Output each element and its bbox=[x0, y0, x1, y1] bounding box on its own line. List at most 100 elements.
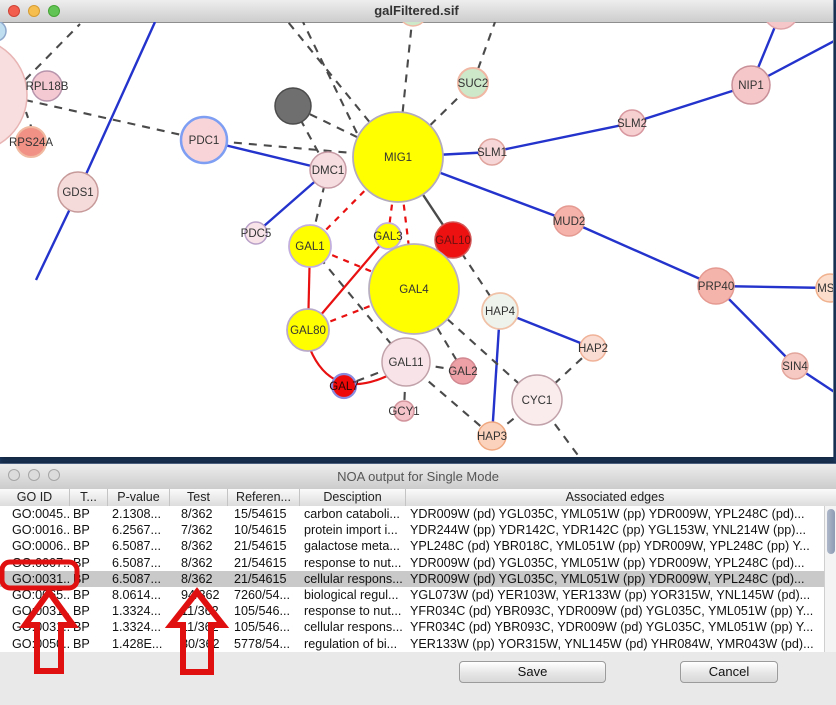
cancel-button[interactable]: Cancel bbox=[680, 661, 778, 683]
node-SUC2[interactable]: SUC2 bbox=[458, 68, 489, 98]
node-label: GDS1 bbox=[62, 187, 93, 199]
results-table: GO:0045...BP2.1308...8/36215/54615carbon… bbox=[0, 506, 824, 652]
node-label: CYC1 bbox=[522, 395, 553, 407]
node-MSN[interactable]: MSN bbox=[816, 274, 833, 302]
cell: GO:0031... bbox=[0, 571, 70, 587]
node-label: DMC1 bbox=[312, 165, 345, 177]
node-label: NIP1 bbox=[738, 80, 764, 92]
cell: BP bbox=[70, 506, 108, 522]
cell: cellular respons... bbox=[300, 619, 406, 635]
node-HAP4[interactable]: HAP4 bbox=[482, 293, 518, 329]
node-GAL3[interactable]: GAL3 bbox=[373, 223, 402, 249]
cell: 2.1308... bbox=[108, 506, 170, 522]
node-label: SUC2 bbox=[458, 78, 489, 90]
table-header-row: GO IDT...P-valueTestReferen...Desciption… bbox=[0, 489, 836, 507]
column-header-associated-edges[interactable]: Associated edges bbox=[406, 489, 824, 506]
column-header-test[interactable]: Test bbox=[170, 489, 228, 506]
node-GCY1[interactable]: GCY1 bbox=[388, 401, 419, 421]
node-RPL18B[interactable]: RPL18B bbox=[26, 71, 69, 101]
node-RPS24A[interactable]: RPS24A bbox=[9, 127, 53, 157]
cell: BP bbox=[70, 587, 108, 603]
table-row[interactable]: GO:0031...BP1.3324...11/362105/546...res… bbox=[0, 603, 824, 619]
node-label: MSN bbox=[817, 283, 833, 295]
table-row[interactable]: GO:0016...BP6.2567...7/36210/54615protei… bbox=[0, 522, 824, 538]
save-button[interactable]: Save bbox=[459, 661, 606, 683]
column-header-go-id[interactable]: GO ID bbox=[0, 489, 70, 506]
edge bbox=[569, 221, 716, 286]
node-GAL80[interactable]: GAL80 bbox=[287, 309, 329, 351]
node-PDC5[interactable]: PDC5 bbox=[241, 222, 272, 244]
node-GDS1[interactable]: GDS1 bbox=[58, 172, 98, 212]
cell: 8/362 bbox=[170, 571, 228, 587]
cell: 6.5087... bbox=[108, 571, 170, 587]
table-row[interactable]: GO:0065...BP8.0614...94/3627260/54...bio… bbox=[0, 587, 824, 603]
network-window-title: galFiltered.sif bbox=[0, 3, 833, 18]
cell: 7260/54... bbox=[228, 587, 300, 603]
cell: 105/546... bbox=[228, 603, 300, 619]
cell: BP bbox=[70, 636, 108, 652]
cell: BP bbox=[70, 571, 108, 587]
node-GAL1[interactable]: GAL1 bbox=[289, 225, 331, 267]
node-HAP2[interactable]: HAP2 bbox=[578, 335, 608, 361]
node-CYC1[interactable]: CYC1 bbox=[512, 375, 562, 425]
column-header-p-value[interactable]: P-value bbox=[108, 489, 170, 506]
table-row[interactable]: GO:0050...BP1.428E...80/3625778/54...reg… bbox=[0, 636, 824, 652]
node-label: GAL11 bbox=[389, 357, 424, 369]
column-header-desciption[interactable]: Desciption bbox=[300, 489, 406, 506]
cell: 11/362 bbox=[170, 619, 228, 635]
column-header-t-[interactable]: T... bbox=[70, 489, 108, 506]
node-PDC1[interactable]: PDC1 bbox=[181, 117, 227, 163]
node-NIP1[interactable]: NIP1 bbox=[732, 66, 770, 104]
vertical-scrollbar[interactable] bbox=[824, 506, 836, 652]
node-label: GAL3 bbox=[373, 231, 402, 243]
cell: BP bbox=[70, 555, 108, 571]
edge bbox=[78, 22, 155, 192]
cell: cellular respons... bbox=[300, 571, 406, 587]
node[interactable] bbox=[399, 22, 427, 26]
table-row[interactable]: GO:0006...BP6.5087...8/36221/54615galact… bbox=[0, 538, 824, 554]
network-canvas[interactable]: RPL18B RPS24A GDS1 PDC1 DMC1 MIG1 SUC2 SLM1 SLM2… bbox=[0, 22, 833, 456]
cell: protein import i... bbox=[300, 522, 406, 538]
table-row-selected[interactable]: GO:0031...BP6.5087...8/36221/54615cellul… bbox=[0, 571, 824, 587]
node-PRP40[interactable]: PRP40 bbox=[698, 268, 734, 304]
cell: YFR034C (pd) YBR093C, YDR009W (pd) YGL03… bbox=[406, 603, 824, 619]
cell: biological regul... bbox=[300, 587, 406, 603]
cell: GO:0016... bbox=[0, 522, 70, 538]
node-SLM1[interactable]: SLM1 bbox=[477, 139, 507, 165]
cell: response to nut... bbox=[300, 603, 406, 619]
node-HAP3[interactable]: HAP3 bbox=[477, 422, 507, 450]
cell: 1.3324... bbox=[108, 603, 170, 619]
cell: 8/362 bbox=[170, 538, 228, 554]
cell: YDR244W (pp) YDR142C, YDR142C (pp) YGL15… bbox=[406, 522, 824, 538]
node-label: PDC5 bbox=[241, 228, 272, 240]
node-label: HAP3 bbox=[477, 431, 507, 443]
node-SLM2[interactable]: SLM2 bbox=[617, 110, 647, 136]
node-SIN4[interactable]: SIN4 bbox=[782, 353, 808, 379]
node-label: GAL4 bbox=[399, 284, 429, 296]
node[interactable] bbox=[0, 22, 6, 41]
node-GAL4[interactable]: GAL4 bbox=[369, 244, 459, 334]
network-titlebar[interactable]: galFiltered.sif bbox=[0, 0, 833, 23]
cell: 21/54615 bbox=[228, 538, 300, 554]
table-row[interactable]: GO:0031...BP1.3324...11/362105/546...cel… bbox=[0, 619, 824, 635]
cell: galactose meta... bbox=[300, 538, 406, 554]
noa-titlebar[interactable]: NOA output for Single Mode bbox=[0, 464, 836, 490]
cell: 15/54615 bbox=[228, 506, 300, 522]
scrollbar-thumb[interactable] bbox=[827, 509, 835, 554]
cell: GO:0031... bbox=[0, 603, 70, 619]
column-header-referen-[interactable]: Referen... bbox=[228, 489, 300, 506]
cell: 6.5087... bbox=[108, 538, 170, 554]
node[interactable] bbox=[275, 88, 311, 124]
table-row[interactable]: GO:0045...BP2.1308...8/36215/54615carbon… bbox=[0, 506, 824, 522]
node-label: GAL1 bbox=[295, 241, 324, 253]
table-row[interactable]: GO:0007...BP6.5087...8/36221/54615respon… bbox=[0, 555, 824, 571]
cell: 21/54615 bbox=[228, 555, 300, 571]
cell: 6.2567... bbox=[108, 522, 170, 538]
node-DMC1[interactable]: DMC1 bbox=[310, 152, 346, 188]
node[interactable] bbox=[764, 22, 798, 29]
node-MIG1[interactable]: MIG1 bbox=[353, 112, 443, 202]
node-MUD2[interactable]: MUD2 bbox=[553, 206, 586, 236]
node-GAL2[interactable]: GAL2 bbox=[448, 358, 477, 384]
node-GAL11[interactable]: GAL11 bbox=[382, 338, 430, 386]
edge bbox=[25, 100, 204, 140]
